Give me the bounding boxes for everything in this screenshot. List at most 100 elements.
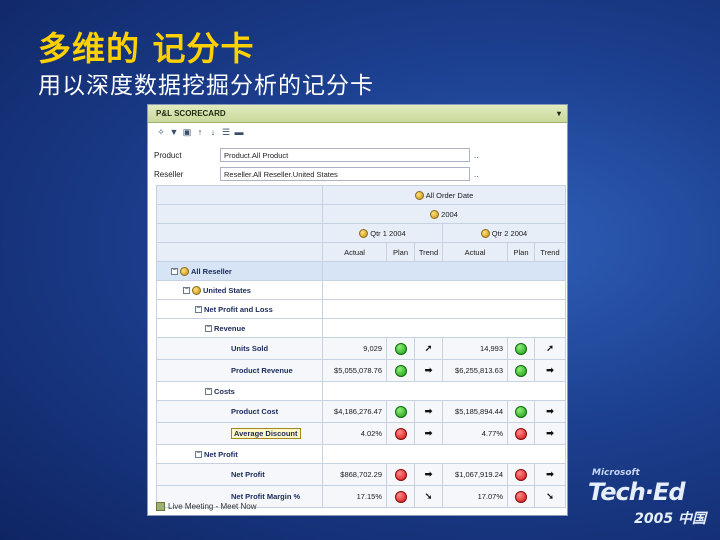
trend-arrow-icon: ➘ xyxy=(534,485,566,508)
list-icon[interactable]: ☰ xyxy=(221,127,231,137)
copy-icon[interactable]: ▣ xyxy=(182,127,192,137)
status-indicator-icon xyxy=(394,468,407,481)
panel-header: P&L SCORECARD ▾ xyxy=(148,105,567,123)
status-indicator-icon xyxy=(515,427,527,440)
status-indicator-icon xyxy=(394,427,407,440)
net-profit-node[interactable]: − Net Profit xyxy=(158,450,322,459)
q1-actual: $868,702.29 xyxy=(322,463,387,486)
cube-icon xyxy=(430,209,440,219)
table-row[interactable]: Units Sold 9,029 ➚ 14,993 ➚ xyxy=(156,337,566,360)
status-indicator-icon xyxy=(515,490,527,503)
revenue-node[interactable]: − Revenue xyxy=(158,324,322,333)
qtr2-header[interactable]: Qtr 2 2004 xyxy=(444,228,565,238)
table-row[interactable]: Average Discount 4.02% ➡ 4.77% ➡ xyxy=(156,422,566,445)
table-row[interactable]: Product Revenue $5,055,078.76 ➡ $6,255,8… xyxy=(156,359,566,382)
teched-logo: Microsoft Tech·Ed 2005 中国 xyxy=(586,468,706,528)
status-indicator-icon xyxy=(394,490,407,503)
logo-year: 2005 中国 xyxy=(634,511,706,527)
sort-ascending-icon[interactable]: ↑ xyxy=(195,127,205,137)
cube-icon xyxy=(192,285,201,295)
status-indicator-icon xyxy=(515,364,527,377)
q2-actual: $5,185,894.44 xyxy=(442,400,508,423)
q2-actual: 4.77% xyxy=(442,422,508,445)
sort-descending-icon[interactable]: ↓ xyxy=(208,127,218,137)
trend-arrow-icon: ➚ xyxy=(414,337,443,360)
column-header-trend: Trend xyxy=(534,242,566,262)
q2-actual: 17.07% xyxy=(442,485,508,508)
costs-node[interactable]: − Costs xyxy=(158,387,322,396)
trend-arrow-icon: ➡ xyxy=(534,400,566,423)
slide-title: 多维的 记分卡 xyxy=(38,29,255,68)
product-filter-field[interactable]: Product.All Product xyxy=(220,148,470,162)
all-reseller-node[interactable]: − All Reseller xyxy=(158,266,322,276)
column-header-trend: Trend xyxy=(414,242,443,262)
kpi-name: Product Revenue xyxy=(156,359,323,382)
status-indicator-icon xyxy=(515,342,527,355)
cube-icon xyxy=(480,228,490,238)
status-indicator-icon xyxy=(394,342,407,355)
kpi-name: Net Profit xyxy=(156,463,323,486)
column-header-plan: Plan xyxy=(507,242,535,262)
panel-menu-icon[interactable]: ▾ xyxy=(557,109,561,118)
reseller-filter-field[interactable]: Reseller.All Reseller.United States xyxy=(220,167,470,181)
column-header-plan: Plan xyxy=(386,242,415,262)
q2-actual: $1,067,919.24 xyxy=(442,463,508,486)
filter-more-button[interactable]: .. xyxy=(474,170,478,179)
panel-footer[interactable]: Live Meeting - Meet Now xyxy=(156,502,256,511)
trend-arrow-icon: ➡ xyxy=(414,400,443,423)
kpi-name: Product Cost xyxy=(156,400,323,423)
q1-actual: $5,055,078.76 xyxy=(322,359,387,382)
status-indicator-icon xyxy=(394,405,407,418)
collapse-icon[interactable]: − xyxy=(195,305,202,313)
trend-arrow-icon: ➡ xyxy=(414,422,443,445)
logo-brand: Microsoft xyxy=(592,468,640,478)
toolbar: ✧ ▼ ▣ ↑ ↓ ☰ ▬ xyxy=(148,123,567,141)
united-states-node[interactable]: − United States xyxy=(158,285,322,295)
footer-label: Live Meeting - Meet Now xyxy=(168,502,257,511)
qtr1-header[interactable]: Qtr 1 2004 xyxy=(324,228,442,238)
q1-actual: 9,029 xyxy=(322,337,387,360)
wizard-icon[interactable]: ✧ xyxy=(156,127,166,137)
filter-icon[interactable]: ▼ xyxy=(169,127,179,137)
column-header-actual: Actual xyxy=(442,242,508,262)
scorecard-panel: P&L SCORECARD ▾ ✧ ▼ ▣ ↑ ↓ ☰ ▬ Product Pr… xyxy=(147,104,568,516)
kpi-name[interactable]: Average Discount xyxy=(231,428,301,439)
table-row[interactable]: Product Cost $4,186,276.47 ➡ $5,185,894.… xyxy=(156,400,566,423)
status-indicator-icon xyxy=(394,364,407,377)
collapse-icon[interactable]: − xyxy=(205,387,212,395)
q1-actual: 17.15% xyxy=(322,485,387,508)
panel-title: P&L SCORECARD xyxy=(156,109,226,118)
collapse-icon[interactable]: − xyxy=(171,267,178,275)
q1-actual: 4.02% xyxy=(322,422,387,445)
status-indicator-icon xyxy=(515,405,527,418)
filter-label: Product xyxy=(154,150,182,160)
trend-arrow-icon: ➡ xyxy=(534,422,566,445)
status-indicator-icon xyxy=(515,468,527,481)
trend-arrow-icon: ➡ xyxy=(534,359,566,382)
cube-icon xyxy=(180,266,189,276)
folder-icon[interactable]: ▬ xyxy=(234,127,244,137)
trend-arrow-icon: ➘ xyxy=(414,485,443,508)
trend-arrow-icon: ➡ xyxy=(414,359,443,382)
net-profit-and-loss-node[interactable]: − Net Profit and Loss xyxy=(158,305,322,314)
trend-arrow-icon: ➡ xyxy=(414,463,443,486)
logo-event: Tech·Ed xyxy=(588,478,686,506)
collapse-icon[interactable]: − xyxy=(205,324,212,332)
trend-arrow-icon: ➡ xyxy=(534,463,566,486)
collapse-icon[interactable]: − xyxy=(195,450,202,458)
table-row[interactable]: Net Profit $868,702.29 ➡ $1,067,919.24 ➡ xyxy=(156,463,566,486)
filter-label: Reseller xyxy=(154,169,184,179)
q1-actual: $4,186,276.47 xyxy=(322,400,387,423)
filter-more-button[interactable]: .. xyxy=(474,151,478,160)
year-header[interactable]: 2004 xyxy=(324,209,565,219)
kpi-name: Units Sold xyxy=(156,337,323,360)
all-order-date-header[interactable]: All Order Date xyxy=(324,190,565,200)
cube-icon xyxy=(359,228,369,238)
meeting-icon xyxy=(156,502,165,511)
filter-product: Product Product.All Product .. xyxy=(154,147,484,163)
filter-reseller: Reseller Reseller.All Reseller.United St… xyxy=(154,166,484,182)
slide-subtitle: 用以深度数据挖掘分析的记分卡 xyxy=(38,73,374,99)
q2-actual: 14,993 xyxy=(442,337,508,360)
trend-arrow-icon: ➚ xyxy=(534,337,566,360)
collapse-icon[interactable]: − xyxy=(183,286,190,294)
